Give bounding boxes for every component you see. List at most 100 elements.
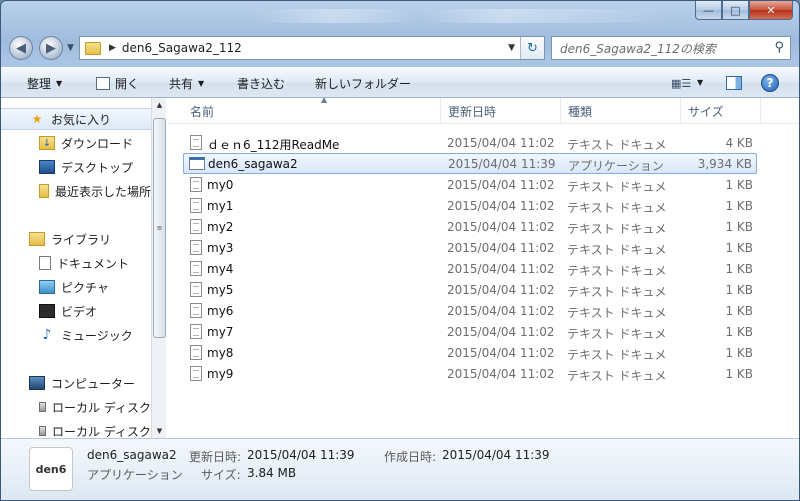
column-size-label: サイズ <box>688 104 724 119</box>
text-file-icon <box>190 198 202 213</box>
sidebar-item-local-disk-2[interactable]: ローカル ディスク <box>1 420 151 438</box>
file-row[interactable]: my4 2015/04/04 11:02 テキスト ドキュメント 1 KB <box>183 259 757 280</box>
column-header-size[interactable]: サイズ <box>681 98 761 124</box>
file-name: my3 <box>207 241 234 255</box>
minimize-button[interactable]: — <box>695 1 722 20</box>
file-row[interactable]: my9 2015/04/04 11:02 テキスト ドキュメント 1 KB <box>183 364 757 385</box>
scroll-down-icon[interactable]: ▼ <box>153 424 166 438</box>
file-row[interactable]: my8 2015/04/04 11:02 テキスト ドキュメント 1 KB <box>183 343 757 364</box>
file-row[interactable]: my2 2015/04/04 11:02 テキスト ドキュメント 1 KB <box>183 217 757 238</box>
desktop-icon <box>39 160 55 174</box>
sidebar-item-videos[interactable]: ビデオ <box>1 300 151 322</box>
column-header-date[interactable]: 更新日時 <box>441 98 561 124</box>
file-row[interactable]: my3 2015/04/04 11:02 テキスト ドキュメント 1 KB <box>183 238 757 259</box>
burn-button[interactable]: 書き込む <box>237 75 285 92</box>
file-row[interactable]: my6 2015/04/04 11:02 テキスト ドキュメント 1 KB <box>183 301 757 322</box>
file-row[interactable]: my1 2015/04/04 11:02 テキスト ドキュメント 1 KB <box>183 196 757 217</box>
command-bar: 整理 ▼ 開く 共有 ▼ 書き込む 新しいフォルダー ▦☰ ▼ ? <box>1 67 799 98</box>
file-date: 2015/04/04 11:02 <box>447 136 555 150</box>
file-date: 2015/04/04 11:39 <box>448 157 556 171</box>
new-folder-button[interactable]: 新しいフォルダー <box>315 75 411 92</box>
sidebar-item-pictures[interactable]: ピクチャ <box>1 276 151 298</box>
organize-label: 整理 <box>27 77 52 91</box>
file-row[interactable]: ｄｅｎ6_112用ReadMe 2015/04/04 11:02 テキスト ドキ… <box>183 133 757 154</box>
file-row-selected[interactable]: den6_sagawa2 2015/04/04 11:39 アプリケーション 3… <box>183 153 757 174</box>
open-button[interactable]: 開く <box>96 75 139 92</box>
glass-background <box>251 9 671 23</box>
sidebar-item-desktop[interactable]: デスクトップ <box>1 156 151 178</box>
file-type: テキスト ドキュメント <box>567 327 665 341</box>
text-file-icon <box>190 324 202 339</box>
view-dropdown-icon[interactable]: ▼ <box>697 78 703 87</box>
file-type: テキスト ドキュメント <box>567 306 665 320</box>
open-label: 開く <box>115 77 140 91</box>
address-dropdown-icon[interactable]: ▼ <box>508 43 515 53</box>
music-icon: ♪ <box>42 327 52 343</box>
file-row[interactable]: my7 2015/04/04 11:02 テキスト ドキュメント 1 KB <box>183 322 757 343</box>
sidebar-item-downloads[interactable]: ↓ ダウンロード <box>1 132 151 154</box>
file-row[interactable]: my5 2015/04/04 11:02 テキスト ドキュメント 1 KB <box>183 280 757 301</box>
details-created-value: 2015/04/04 11:39 <box>442 448 550 462</box>
pictures-icon <box>39 280 55 294</box>
text-file-icon <box>190 219 202 234</box>
scrollbar-thumb[interactable]: ≡ <box>153 118 166 338</box>
share-menu[interactable]: 共有 ▼ <box>169 75 204 92</box>
refresh-button[interactable]: ↻ <box>520 37 544 59</box>
back-arrow-icon: ◀ <box>16 40 26 56</box>
sidebar-item-label: ピクチャ <box>61 280 109 295</box>
search-input[interactable]: den6_Sagawa2_112の検索 ⚲ <box>551 36 791 60</box>
navigation-scrollbar[interactable]: ▲ ≡ ▼ <box>151 98 166 438</box>
preview-pane-icon[interactable] <box>726 76 742 90</box>
help-icon[interactable]: ? <box>761 74 779 92</box>
maximize-button[interactable]: □ <box>722 1 749 20</box>
file-name: my5 <box>207 283 234 297</box>
sidebar-item-local-disk-1[interactable]: ローカル ディスク <box>1 396 151 418</box>
star-icon: ★ <box>31 112 43 126</box>
file-size: 1 KB <box>725 199 753 213</box>
file-type: テキスト ドキュメント <box>567 264 665 278</box>
disk-icon <box>39 426 47 436</box>
text-file-icon <box>190 177 202 192</box>
sidebar-item-computer[interactable]: コンピューター <box>1 372 151 394</box>
explorer-window: — □ ✕ ◀ ▶ ▼ ▶ den6_Sagawa2_112 ▼ ↻ den6_… <box>0 0 800 501</box>
sidebar-item-recent-places[interactable]: 最近表示した場所 <box>1 180 151 202</box>
details-size-label: サイズ: <box>201 468 241 482</box>
details-file-type: アプリケーション <box>87 468 183 482</box>
organize-menu[interactable]: 整理 ▼ <box>27 75 62 92</box>
computer-icon <box>29 376 45 390</box>
file-size: 1 KB <box>725 262 753 276</box>
search-icon[interactable]: ⚲ <box>774 40 784 55</box>
address-bar[interactable]: ▶ den6_Sagawa2_112 ▼ ↻ <box>79 36 545 60</box>
file-size: 1 KB <box>725 283 753 297</box>
sidebar-item-label: ローカル ディスク <box>52 400 151 415</box>
file-row[interactable]: my0 2015/04/04 11:02 テキスト ドキュメント 1 KB <box>183 175 757 196</box>
title-bar[interactable]: — □ ✕ <box>1 1 799 29</box>
breadcrumb-current[interactable]: den6_Sagawa2_112 <box>122 41 242 55</box>
column-header-name[interactable]: 名前 ▲ <box>183 95 441 124</box>
close-button[interactable]: ✕ <box>749 1 793 20</box>
file-date: 2015/04/04 11:02 <box>447 325 555 339</box>
file-date: 2015/04/04 11:02 <box>447 283 555 297</box>
sidebar-item-label: 最近表示した場所 <box>54 184 151 199</box>
breadcrumb-chevron-icon[interactable]: ▶ <box>109 43 116 53</box>
sidebar-item-libraries[interactable]: ライブラリ <box>1 228 151 250</box>
sidebar-item-documents[interactable]: ドキュメント <box>1 252 151 274</box>
details-modified-label: 更新日時: <box>189 450 242 464</box>
sort-ascending-icon: ▲ <box>321 95 328 104</box>
navigation-pane: ★ お気に入り ↓ ダウンロード デスクトップ 最近表示した場所 ライブラリ ド… <box>1 98 151 438</box>
back-button[interactable]: ◀ <box>9 36 33 60</box>
file-date: 2015/04/04 11:02 <box>447 178 555 192</box>
sidebar-item-music[interactable]: ♪ ミュージック <box>1 324 151 346</box>
library-icon <box>29 232 45 246</box>
disk-icon <box>39 402 47 412</box>
file-date: 2015/04/04 11:02 <box>447 220 555 234</box>
sidebar-item-label: ミュージック <box>61 328 133 343</box>
forward-button[interactable]: ▶ <box>39 36 63 60</box>
view-options-icon[interactable]: ▦☰ <box>671 77 691 90</box>
recent-pages-dropdown[interactable]: ▼ <box>67 43 74 53</box>
file-type: テキスト ドキュメント <box>567 201 665 215</box>
scroll-up-icon[interactable]: ▲ <box>153 98 166 112</box>
file-name: my6 <box>207 304 234 318</box>
sidebar-item-favorites[interactable]: ★ お気に入り <box>1 108 151 130</box>
column-header-type[interactable]: 種類 <box>561 98 681 124</box>
